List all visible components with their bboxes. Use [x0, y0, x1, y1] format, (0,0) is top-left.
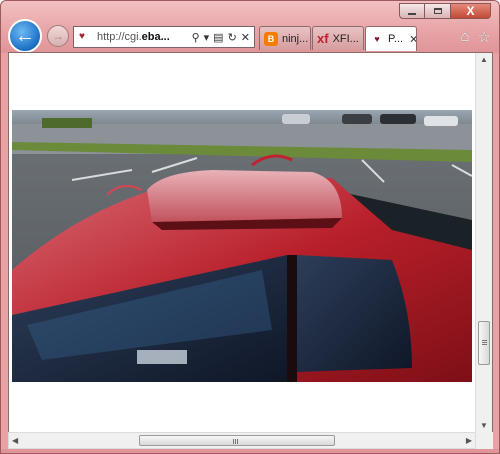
maximize-icon: [433, 8, 442, 14]
forward-arrow-icon: →: [52, 29, 64, 43]
scroll-down-icon[interactable]: ▼: [480, 421, 488, 430]
favorites-star-icon[interactable]: ☆: [478, 28, 491, 46]
xf-icon: xf: [317, 31, 329, 46]
back-arrow-icon: ←: [15, 24, 35, 47]
refresh-icon[interactable]: ↻: [228, 31, 237, 44]
vertical-scrollbar[interactable]: ▲ ▼: [475, 53, 492, 432]
search-icon[interactable]: ⚲: [192, 31, 200, 44]
tab-label: ninj...: [282, 32, 309, 45]
grip-icon: [482, 340, 487, 341]
horizontal-scrollbar[interactable]: ◀ ▶: [8, 432, 476, 449]
grip-icon: [233, 439, 234, 444]
photo-image: [12, 110, 472, 382]
scroll-up-icon[interactable]: ▲: [480, 55, 488, 64]
minimize-button[interactable]: [399, 3, 425, 19]
vertical-scroll-thumb[interactable]: [478, 321, 490, 365]
home-icon[interactable]: ⌂: [460, 28, 469, 46]
scrollbar-corner: [476, 432, 493, 449]
address-url[interactable]: http://cgi.eba...: [97, 31, 173, 43]
window-bottom-frame: [1, 449, 499, 453]
command-icons: ⌂ ☆: [460, 28, 491, 46]
tab-current[interactable]: ♥ P... ✕: [365, 26, 417, 51]
maximize-button[interactable]: [425, 3, 451, 19]
address-tools: ⚲ ▾ ▤ ↻ ✕: [192, 31, 250, 44]
close-tab-icon[interactable]: ✕: [409, 33, 416, 46]
window-caption-buttons: X: [399, 3, 491, 19]
back-button[interactable]: ←: [8, 19, 42, 53]
dropdown-icon[interactable]: ▾: [204, 31, 210, 44]
url-prefix: http://cgi.: [97, 31, 142, 43]
tab-label: P...: [388, 33, 404, 45]
forward-button[interactable]: →: [47, 25, 69, 47]
tab-blog[interactable]: B ninj...: [259, 26, 311, 50]
minimize-icon: [408, 12, 416, 15]
stop-icon[interactable]: ✕: [241, 31, 250, 44]
address-bar[interactable]: ♥ http://cgi.eba... ⚲ ▾ ▤ ↻ ✕: [73, 26, 255, 48]
compatibility-view-icon[interactable]: ▤: [213, 31, 223, 44]
blogger-icon: B: [264, 31, 278, 46]
url-domain: eba...: [141, 31, 170, 43]
scroll-right-icon[interactable]: ▶: [466, 436, 472, 445]
browser-window: X ← → ♥ http://cgi.eba... ⚲ ▾ ▤ ↻ ✕ B ni…: [0, 0, 500, 454]
site-icon: ♥: [79, 31, 85, 42]
car-sunroof-photo: [12, 110, 472, 382]
horizontal-scroll-thumb[interactable]: [139, 435, 335, 446]
site-icon: ♥: [374, 34, 380, 44]
close-icon: X: [466, 4, 475, 18]
close-window-button[interactable]: X: [451, 3, 491, 19]
tab-label: XFI...: [332, 32, 359, 45]
tab-xfi[interactable]: xf XFI...: [312, 26, 364, 50]
page-content: ▲ ▼: [8, 52, 493, 433]
scroll-left-icon[interactable]: ◀: [12, 436, 18, 445]
